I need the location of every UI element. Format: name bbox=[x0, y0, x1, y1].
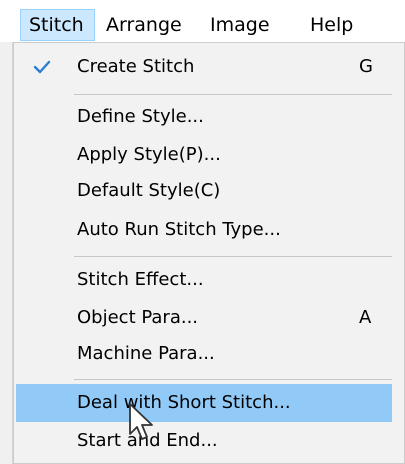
menu-item-label: Stitch Effect... bbox=[77, 269, 204, 290]
menu-item-default-style[interactable]: Default Style(C) bbox=[16, 172, 392, 210]
menubar-arrange[interactable]: Arrange bbox=[106, 9, 182, 41]
menu-item-label: Start and End... bbox=[77, 430, 218, 451]
menu-item-label: Machine Para... bbox=[77, 343, 215, 364]
menu-item-label: Object Para... bbox=[77, 307, 199, 328]
menu-item-object-para[interactable]: Object Para... A bbox=[16, 299, 392, 337]
menu-separator bbox=[74, 94, 392, 95]
shortcut-label: G bbox=[359, 56, 373, 77]
menu-item-label: Define Style... bbox=[77, 106, 204, 127]
shortcut-label: A bbox=[359, 307, 372, 328]
menubar-stitch[interactable]: Stitch bbox=[20, 9, 95, 41]
window-edge bbox=[0, 42, 13, 464]
menu-item-label: Default Style(C) bbox=[77, 180, 221, 201]
menu-item-label: Create Stitch bbox=[77, 56, 195, 77]
menu-item-label: Auto Run Stitch Type... bbox=[77, 219, 281, 240]
menu-item-label: Apply Style(P)... bbox=[77, 144, 221, 165]
menubar-help[interactable]: Help bbox=[310, 9, 353, 41]
checkmark-icon bbox=[33, 60, 51, 74]
menu-item-label: Deal with Short Stitch... bbox=[77, 392, 291, 413]
menu-item-machine-para[interactable]: Machine Para... bbox=[16, 335, 392, 373]
menu-separator bbox=[74, 256, 392, 257]
menu-item-create-stitch[interactable]: Create Stitch G bbox=[16, 48, 392, 86]
menu-item-stitch-effect[interactable]: Stitch Effect... bbox=[16, 261, 392, 299]
menu-separator bbox=[74, 379, 392, 380]
menu-bar: Stitch Arrange Image Help bbox=[0, 0, 405, 42]
menu-item-define-style[interactable]: Define Style... bbox=[16, 98, 392, 136]
menu-item-start-and-end[interactable]: Start and End... bbox=[16, 422, 392, 460]
stitch-dropdown-menu: Create Stitch G Define Style... Apply St… bbox=[13, 42, 405, 464]
menubar-image[interactable]: Image bbox=[210, 9, 270, 41]
menu-item-apply-style[interactable]: Apply Style(P)... bbox=[16, 136, 392, 174]
menu-item-deal-with-short-stitch[interactable]: Deal with Short Stitch... bbox=[16, 384, 392, 422]
menu-item-auto-run-stitch-type[interactable]: Auto Run Stitch Type... bbox=[16, 211, 392, 249]
